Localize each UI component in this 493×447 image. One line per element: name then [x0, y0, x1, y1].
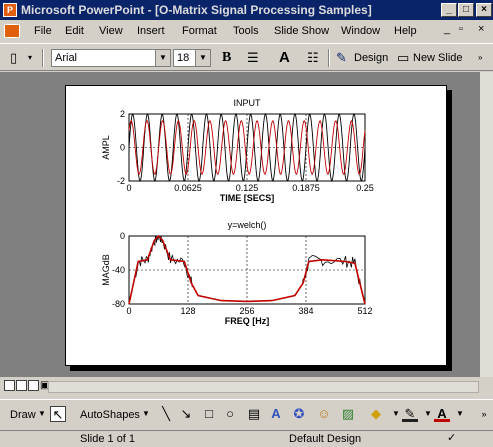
spelling-status-icon[interactable]: ✓ — [447, 432, 461, 445]
doc-minimize-button[interactable]: _ — [444, 23, 450, 35]
design-button[interactable]: Design — [354, 52, 388, 64]
x-tick-label: 0 — [126, 183, 131, 193]
maximize-button[interactable]: □ — [458, 3, 474, 17]
increase-font-icon[interactable]: A — [279, 50, 290, 66]
draw-dropdown-icon[interactable]: ▼ — [38, 409, 46, 418]
fill-color-icon[interactable]: ◆ — [368, 406, 384, 422]
autoshapes-dropdown-icon[interactable]: ▼ — [142, 409, 150, 418]
status-bar: Slide 1 of 1 Default Design ✓ — [0, 430, 493, 447]
toolbar-more-icon[interactable]: » — [478, 50, 482, 66]
line-icon[interactable]: ╲ — [158, 406, 174, 422]
y-tick-label: 0 — [120, 143, 125, 153]
slide-sorter-view-icon[interactable] — [28, 380, 39, 391]
normal-view-icon[interactable] — [4, 380, 15, 391]
window-title: Microsoft PowerPoint - [O-Matrix Signal … — [21, 3, 372, 17]
chart-title: y=welch() — [228, 220, 267, 230]
autoshapes-button[interactable]: AutoShapes — [80, 409, 140, 421]
close-button[interactable]: × — [476, 3, 492, 17]
x-tick-label: 128 — [180, 306, 195, 316]
menu-view[interactable]: View — [99, 25, 123, 37]
chart-canvas: INPUT0 0.0625 0.125 0.1875 0.2520-2TIME [SEC… — [101, 98, 374, 326]
font-name-dropdown-icon[interactable]: ▼ — [155, 50, 170, 66]
menu-bar: File Edit View Insert Format Tools Slide… — [0, 20, 493, 42]
x-axis-label: FREQ [Hz] — [225, 316, 270, 326]
minimize-button[interactable]: _ — [441, 3, 457, 17]
menu-format[interactable]: Format — [182, 25, 217, 37]
y-tick-label: 0 — [120, 231, 125, 241]
slide-count-status: Slide 1 of 1 — [80, 433, 136, 445]
draw-menu-button[interactable]: Draw — [10, 409, 36, 421]
menu-insert[interactable]: Insert — [137, 25, 165, 37]
x-tick-label: 256 — [239, 306, 254, 316]
horizontal-scrollbar[interactable] — [48, 381, 479, 393]
clipart-icon[interactable]: ☺ — [316, 406, 332, 422]
textbox-icon[interactable]: ▤ — [246, 406, 262, 422]
x-tick-label: 0.1875 — [292, 183, 320, 193]
line-color-icon[interactable]: ✎ — [402, 406, 418, 422]
x-tick-label: 0 — [126, 306, 131, 316]
font-size-dropdown-icon[interactable]: ▼ — [195, 50, 210, 66]
rectangle-icon[interactable]: □ — [201, 406, 217, 422]
doc-close-button[interactable]: × — [478, 23, 484, 35]
x-tick-label: 0.25 — [356, 183, 374, 193]
drawing-toolbar: Draw ▼ ↖ AutoShapes ▼ ╲ ↘ □ ○ ▤ A ✪ ☺ ▨ … — [0, 399, 493, 429]
bullets-icon[interactable]: ☰ — [247, 50, 259, 66]
powerpoint-icon[interactable]: P — [3, 3, 17, 17]
diagram-icon[interactable]: ✪ — [291, 406, 307, 422]
bold-button[interactable]: B — [222, 50, 231, 66]
font-size-field[interactable]: 18 ▼ — [173, 49, 211, 67]
menu-window[interactable]: Window — [341, 25, 380, 37]
x-tick-label: 512 — [357, 306, 372, 316]
menu-help[interactable]: Help — [394, 25, 417, 37]
x-axis-label: TIME [SECS] — [220, 193, 275, 203]
toolbar-separator — [328, 49, 330, 67]
indent-icon[interactable]: ☷ — [307, 50, 319, 66]
vertical-scrollbar[interactable] — [480, 72, 493, 377]
menu-tools[interactable]: Tools — [233, 25, 259, 37]
design-status: Default Design — [289, 433, 362, 445]
font-color-dropdown-icon[interactable]: ▼ — [452, 406, 468, 422]
menu-slide-show[interactable]: Slide Show — [274, 25, 329, 37]
x-tick-label: 384 — [298, 306, 313, 316]
welch-chart: y=welch() 0 128 256 384 512 0 -40 -80 FREQ [Hz] MA… — [101, 220, 373, 326]
arrow-icon[interactable]: ↘ — [178, 406, 194, 422]
chart-title: INPUT — [234, 98, 262, 108]
outline-view-icon[interactable] — [16, 380, 27, 391]
select-pointer-icon[interactable]: ↖ — [50, 406, 66, 422]
toolbar-separator — [42, 49, 44, 67]
font-name-field[interactable]: Arial ▼ — [51, 49, 171, 67]
y-tick-label: -80 — [112, 299, 125, 309]
y-tick-label: 2 — [120, 109, 125, 119]
y-axis-label: MAGdB — [101, 254, 111, 286]
toolbar-options-icon[interactable]: ▾ — [28, 50, 32, 66]
font-color-icon[interactable]: A — [434, 406, 450, 422]
y-tick-label: -2 — [117, 176, 125, 186]
menu-file[interactable]: File — [34, 25, 52, 37]
menu-edit[interactable]: Edit — [65, 25, 84, 37]
new-document-icon[interactable]: ▯ — [10, 50, 17, 66]
x-tick-label: 0.0625 — [174, 183, 202, 193]
y-axis-label: AMPL — [101, 135, 111, 160]
font-name-value: Arial — [55, 52, 78, 64]
input-chart: INPUT0 0.0625 0.125 0.1875 0.2520-2TIME [SEC… — [101, 98, 374, 203]
picture-icon[interactable]: ▨ — [340, 406, 356, 422]
drawing-toolbar-more-icon[interactable]: » — [476, 406, 492, 422]
y-tick-label: -40 — [112, 265, 125, 275]
slide[interactable]: INPUT 0 0.0625 0.125 0.1875 0.25 2 0 -2 TIME [SEC… — [65, 85, 447, 366]
wordart-icon[interactable]: A — [268, 406, 284, 422]
font-size-value: 18 — [177, 52, 190, 64]
doc-restore-button[interactable]: ▫ — [459, 23, 463, 35]
title-bar: P Microsoft PowerPoint - [O-Matrix Signa… — [0, 0, 493, 20]
design-icon[interactable]: ✎ — [336, 50, 347, 66]
document-icon[interactable] — [4, 24, 20, 38]
formatting-toolbar: ▯ ▾ Arial ▼ 18 ▼ B ☰ A ☷ ✎ Design ▭ New … — [0, 43, 493, 71]
new-slide-icon[interactable]: ▭ — [397, 50, 409, 66]
new-slide-button[interactable]: New Slide — [413, 52, 463, 64]
x-tick-label: 0.125 — [236, 183, 259, 193]
oval-icon[interactable]: ○ — [222, 406, 238, 422]
